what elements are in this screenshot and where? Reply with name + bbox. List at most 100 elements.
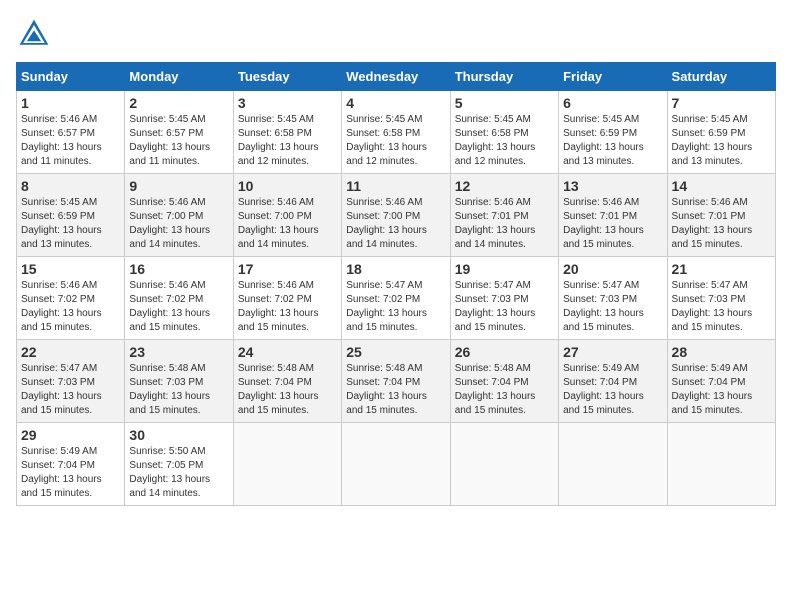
- table-row: 17 Sunrise: 5:46 AM Sunset: 7:02 PM Dayl…: [233, 257, 341, 340]
- day-info: Sunrise: 5:49 AM Sunset: 7:04 PM Dayligh…: [563, 362, 662, 418]
- day-number: 21: [672, 261, 771, 277]
- calendar-week-row: 8 Sunrise: 5:45 AM Sunset: 6:59 PM Dayli…: [17, 174, 776, 257]
- day-info: Sunrise: 5:45 AM Sunset: 6:59 PM Dayligh…: [21, 196, 120, 252]
- day-info: Sunrise: 5:50 AM Sunset: 7:05 PM Dayligh…: [129, 445, 228, 501]
- day-info: Sunrise: 5:45 AM Sunset: 6:57 PM Dayligh…: [129, 113, 228, 169]
- table-row: [559, 423, 667, 506]
- table-row: 25 Sunrise: 5:48 AM Sunset: 7:04 PM Dayl…: [342, 340, 450, 423]
- table-row: 8 Sunrise: 5:45 AM Sunset: 6:59 PM Dayli…: [17, 174, 125, 257]
- calendar-week-row: 15 Sunrise: 5:46 AM Sunset: 7:02 PM Dayl…: [17, 257, 776, 340]
- table-row: 28 Sunrise: 5:49 AM Sunset: 7:04 PM Dayl…: [667, 340, 775, 423]
- day-info: Sunrise: 5:45 AM Sunset: 6:58 PM Dayligh…: [346, 113, 445, 169]
- day-info: Sunrise: 5:45 AM Sunset: 6:58 PM Dayligh…: [238, 113, 337, 169]
- table-row: 14 Sunrise: 5:46 AM Sunset: 7:01 PM Dayl…: [667, 174, 775, 257]
- day-info: Sunrise: 5:47 AM Sunset: 7:03 PM Dayligh…: [672, 279, 771, 335]
- table-row: 11 Sunrise: 5:46 AM Sunset: 7:00 PM Dayl…: [342, 174, 450, 257]
- day-info: Sunrise: 5:46 AM Sunset: 6:57 PM Dayligh…: [21, 113, 120, 169]
- day-info: Sunrise: 5:48 AM Sunset: 7:04 PM Dayligh…: [455, 362, 554, 418]
- table-row: 27 Sunrise: 5:49 AM Sunset: 7:04 PM Dayl…: [559, 340, 667, 423]
- table-row: 24 Sunrise: 5:48 AM Sunset: 7:04 PM Dayl…: [233, 340, 341, 423]
- day-number: 17: [238, 261, 337, 277]
- page-header: [16, 16, 776, 52]
- logo-icon: [16, 16, 52, 52]
- table-row: 12 Sunrise: 5:46 AM Sunset: 7:01 PM Dayl…: [450, 174, 558, 257]
- table-row: 13 Sunrise: 5:46 AM Sunset: 7:01 PM Dayl…: [559, 174, 667, 257]
- day-number: 10: [238, 178, 337, 194]
- day-number: 20: [563, 261, 662, 277]
- day-info: Sunrise: 5:47 AM Sunset: 7:03 PM Dayligh…: [455, 279, 554, 335]
- day-info: Sunrise: 5:46 AM Sunset: 7:00 PM Dayligh…: [346, 196, 445, 252]
- day-info: Sunrise: 5:46 AM Sunset: 7:02 PM Dayligh…: [129, 279, 228, 335]
- day-info: Sunrise: 5:47 AM Sunset: 7:02 PM Dayligh…: [346, 279, 445, 335]
- col-sunday: Sunday: [17, 63, 125, 91]
- day-number: 25: [346, 344, 445, 360]
- day-info: Sunrise: 5:45 AM Sunset: 6:59 PM Dayligh…: [563, 113, 662, 169]
- col-thursday: Thursday: [450, 63, 558, 91]
- day-number: 30: [129, 427, 228, 443]
- table-row: 10 Sunrise: 5:46 AM Sunset: 7:00 PM Dayl…: [233, 174, 341, 257]
- table-row: 21 Sunrise: 5:47 AM Sunset: 7:03 PM Dayl…: [667, 257, 775, 340]
- day-info: Sunrise: 5:46 AM Sunset: 7:01 PM Dayligh…: [563, 196, 662, 252]
- day-info: Sunrise: 5:47 AM Sunset: 7:03 PM Dayligh…: [21, 362, 120, 418]
- table-row: 30 Sunrise: 5:50 AM Sunset: 7:05 PM Dayl…: [125, 423, 233, 506]
- table-row: [667, 423, 775, 506]
- day-info: Sunrise: 5:46 AM Sunset: 7:01 PM Dayligh…: [672, 196, 771, 252]
- table-row: 15 Sunrise: 5:46 AM Sunset: 7:02 PM Dayl…: [17, 257, 125, 340]
- day-number: 9: [129, 178, 228, 194]
- table-row: 3 Sunrise: 5:45 AM Sunset: 6:58 PM Dayli…: [233, 91, 341, 174]
- day-info: Sunrise: 5:47 AM Sunset: 7:03 PM Dayligh…: [563, 279, 662, 335]
- table-row: 5 Sunrise: 5:45 AM Sunset: 6:58 PM Dayli…: [450, 91, 558, 174]
- day-info: Sunrise: 5:46 AM Sunset: 7:01 PM Dayligh…: [455, 196, 554, 252]
- day-number: 29: [21, 427, 120, 443]
- table-row: 4 Sunrise: 5:45 AM Sunset: 6:58 PM Dayli…: [342, 91, 450, 174]
- table-row: 2 Sunrise: 5:45 AM Sunset: 6:57 PM Dayli…: [125, 91, 233, 174]
- day-number: 2: [129, 95, 228, 111]
- table-row: 16 Sunrise: 5:46 AM Sunset: 7:02 PM Dayl…: [125, 257, 233, 340]
- day-info: Sunrise: 5:46 AM Sunset: 7:00 PM Dayligh…: [129, 196, 228, 252]
- col-friday: Friday: [559, 63, 667, 91]
- col-saturday: Saturday: [667, 63, 775, 91]
- calendar-week-row: 1 Sunrise: 5:46 AM Sunset: 6:57 PM Dayli…: [17, 91, 776, 174]
- table-row: 22 Sunrise: 5:47 AM Sunset: 7:03 PM Dayl…: [17, 340, 125, 423]
- day-number: 16: [129, 261, 228, 277]
- day-number: 3: [238, 95, 337, 111]
- day-info: Sunrise: 5:45 AM Sunset: 6:59 PM Dayligh…: [672, 113, 771, 169]
- day-info: Sunrise: 5:46 AM Sunset: 7:02 PM Dayligh…: [238, 279, 337, 335]
- table-row: [233, 423, 341, 506]
- table-row: 26 Sunrise: 5:48 AM Sunset: 7:04 PM Dayl…: [450, 340, 558, 423]
- day-info: Sunrise: 5:48 AM Sunset: 7:04 PM Dayligh…: [238, 362, 337, 418]
- table-row: 1 Sunrise: 5:46 AM Sunset: 6:57 PM Dayli…: [17, 91, 125, 174]
- day-number: 4: [346, 95, 445, 111]
- day-number: 19: [455, 261, 554, 277]
- table-row: 20 Sunrise: 5:47 AM Sunset: 7:03 PM Dayl…: [559, 257, 667, 340]
- day-number: 23: [129, 344, 228, 360]
- day-info: Sunrise: 5:48 AM Sunset: 7:04 PM Dayligh…: [346, 362, 445, 418]
- day-number: 14: [672, 178, 771, 194]
- day-number: 26: [455, 344, 554, 360]
- day-number: 11: [346, 178, 445, 194]
- day-number: 5: [455, 95, 554, 111]
- col-monday: Monday: [125, 63, 233, 91]
- table-row: 23 Sunrise: 5:48 AM Sunset: 7:03 PM Dayl…: [125, 340, 233, 423]
- day-info: Sunrise: 5:45 AM Sunset: 6:58 PM Dayligh…: [455, 113, 554, 169]
- day-number: 28: [672, 344, 771, 360]
- table-row: 9 Sunrise: 5:46 AM Sunset: 7:00 PM Dayli…: [125, 174, 233, 257]
- day-info: Sunrise: 5:48 AM Sunset: 7:03 PM Dayligh…: [129, 362, 228, 418]
- day-number: 18: [346, 261, 445, 277]
- calendar-table: Sunday Monday Tuesday Wednesday Thursday…: [16, 62, 776, 506]
- table-row: 7 Sunrise: 5:45 AM Sunset: 6:59 PM Dayli…: [667, 91, 775, 174]
- day-info: Sunrise: 5:49 AM Sunset: 7:04 PM Dayligh…: [672, 362, 771, 418]
- calendar-week-row: 22 Sunrise: 5:47 AM Sunset: 7:03 PM Dayl…: [17, 340, 776, 423]
- logo: [16, 16, 58, 52]
- table-row: 18 Sunrise: 5:47 AM Sunset: 7:02 PM Dayl…: [342, 257, 450, 340]
- header-row: Sunday Monday Tuesday Wednesday Thursday…: [17, 63, 776, 91]
- day-number: 15: [21, 261, 120, 277]
- day-info: Sunrise: 5:49 AM Sunset: 7:04 PM Dayligh…: [21, 445, 120, 501]
- day-number: 12: [455, 178, 554, 194]
- day-info: Sunrise: 5:46 AM Sunset: 7:00 PM Dayligh…: [238, 196, 337, 252]
- day-number: 6: [563, 95, 662, 111]
- day-number: 7: [672, 95, 771, 111]
- day-number: 22: [21, 344, 120, 360]
- table-row: [342, 423, 450, 506]
- day-number: 1: [21, 95, 120, 111]
